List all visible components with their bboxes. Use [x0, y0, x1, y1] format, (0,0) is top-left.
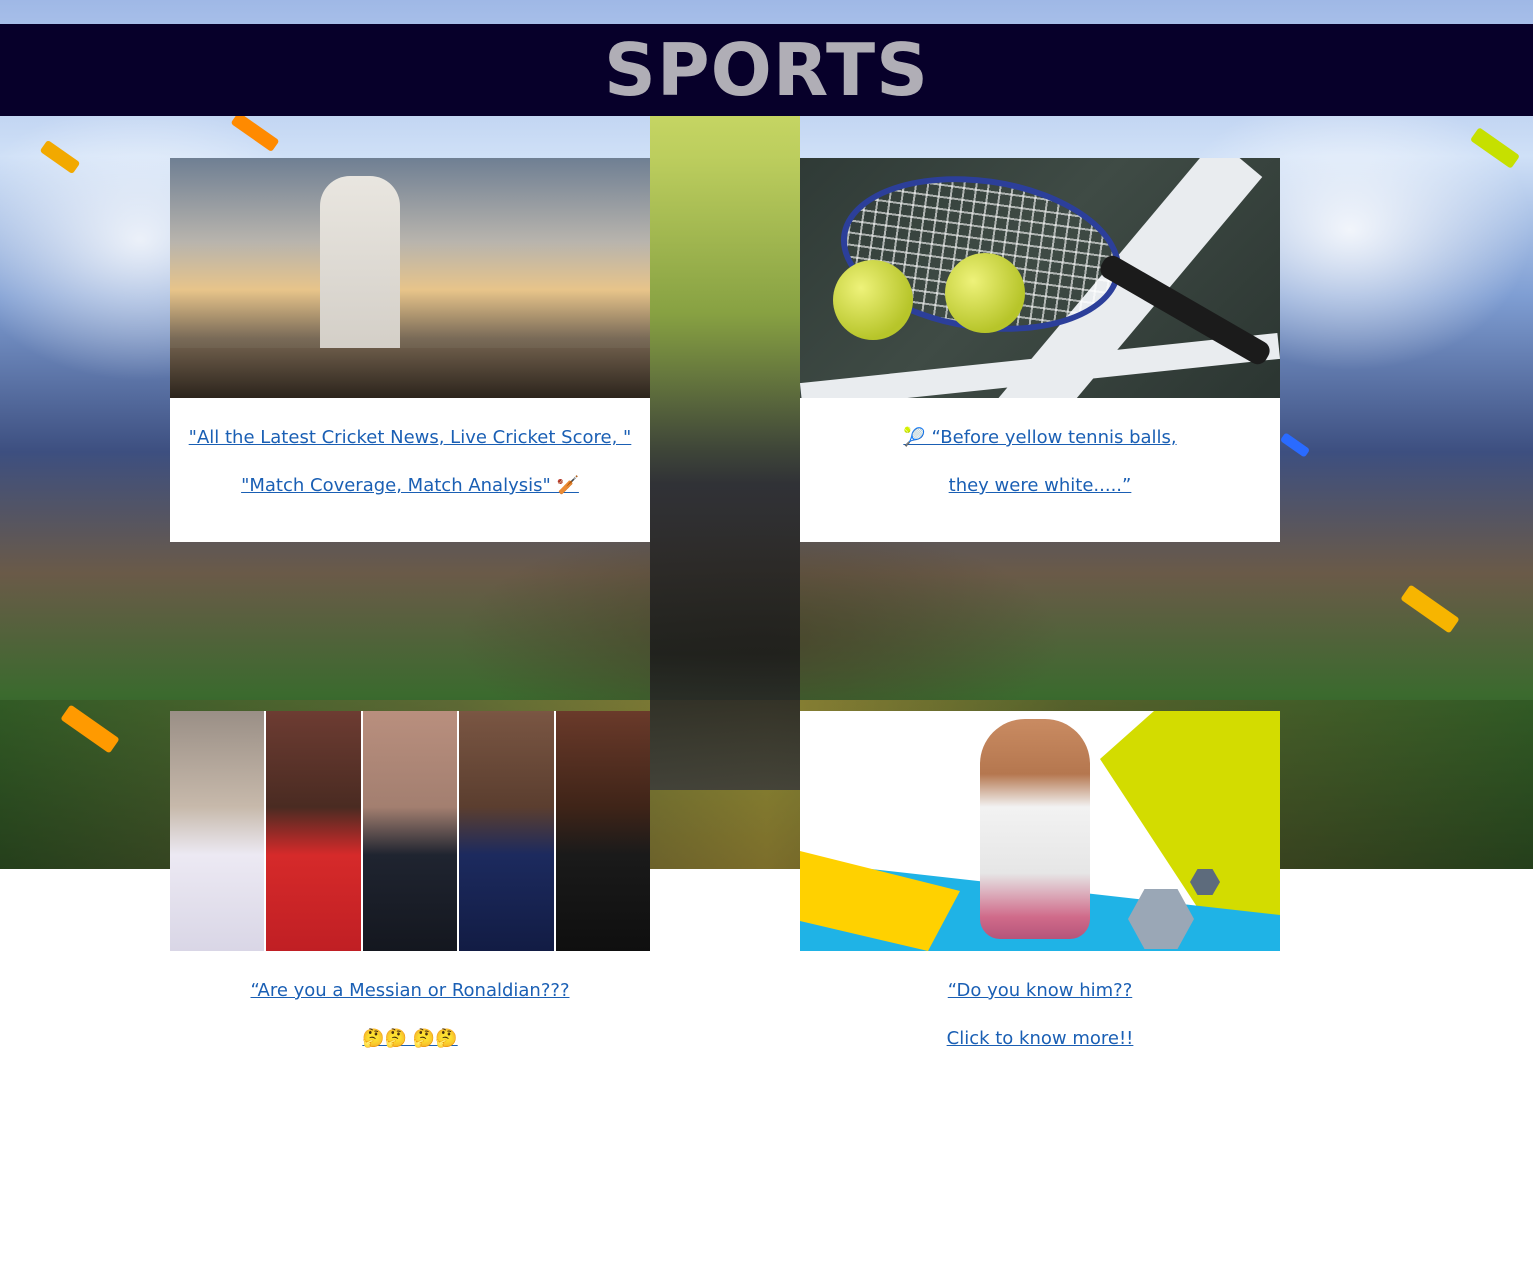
player-panel [362, 711, 460, 951]
tennis-card-body: 🎾 “Before yellow tennis balls, they were… [800, 398, 1280, 542]
tennis-fact-link[interactable]: 🎾 “Before yellow tennis balls, [800, 426, 1280, 450]
confetti-piece [39, 139, 81, 175]
tennis-photo[interactable] [800, 158, 1280, 398]
mascot-photo[interactable] [800, 711, 1280, 951]
tennis-ball [945, 253, 1025, 333]
page-title: SPORTS [603, 28, 929, 112]
cricket-card-body: "All the Latest Cricket News, Live Crick… [170, 398, 650, 542]
player-panel [170, 711, 267, 951]
football-card: “Are you a Messian or Ronaldian??? 🤔🤔 🤔🤔 [170, 711, 650, 1093]
player-panel [266, 711, 363, 951]
tennis-fact-link-2[interactable]: they were white.....” [800, 474, 1280, 498]
confetti-piece [1279, 432, 1311, 458]
football-card-body: “Are you a Messian or Ronaldian??? 🤔🤔 🤔🤔 [170, 951, 650, 1093]
mascot-question-link[interactable]: “Do you know him?? [800, 979, 1280, 1003]
player-panel [459, 711, 556, 951]
tennis-card: 🎾 “Before yellow tennis balls, they were… [800, 158, 1280, 542]
stadium-crowd [170, 348, 650, 398]
mascot-figure [980, 719, 1090, 939]
cricket-news-link[interactable]: "All the Latest Cricket News, Live Crick… [170, 426, 650, 450]
football-players-photo[interactable] [170, 711, 650, 951]
thinking-emoji-link[interactable]: 🤔🤔 🤔🤔 [170, 1027, 650, 1051]
mascot-card: “Do you know him?? Click to know more!! [800, 711, 1280, 1093]
confetti-piece [1400, 584, 1460, 634]
mascot-card-body: “Do you know him?? Click to know more!! [800, 951, 1280, 1093]
player-panel [555, 711, 650, 951]
cricket-card: "All the Latest Cricket News, Live Crick… [170, 158, 650, 542]
cricket-coverage-link[interactable]: "Match Coverage, Match Analysis" 🏏 [170, 474, 650, 498]
tennis-ball [833, 260, 913, 340]
messi-ronaldo-link[interactable]: “Are you a Messian or Ronaldian??? [170, 979, 650, 1003]
cyclist-figure [650, 110, 800, 790]
confetti-piece [230, 111, 280, 153]
know-more-link[interactable]: Click to know more!! [800, 1027, 1280, 1051]
site-header: SPORTS [0, 24, 1533, 116]
confetti-piece [1469, 127, 1521, 169]
cricket-photo[interactable] [170, 158, 650, 398]
